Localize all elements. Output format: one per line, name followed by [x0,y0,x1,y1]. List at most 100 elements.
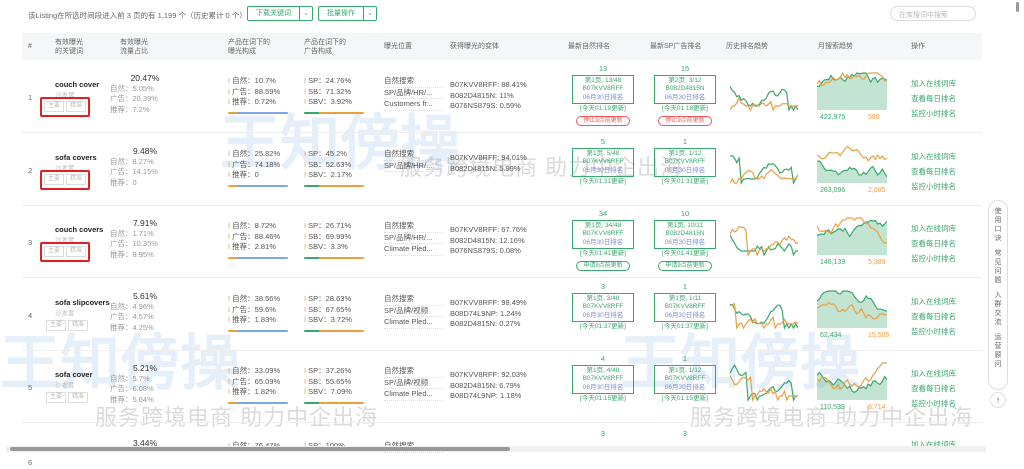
natural-rank-date[interactable]: 06月30日排名 [575,167,631,176]
position-item: SP/品牌/HR/... [384,233,444,244]
search-input[interactable]: 在库搜词中搜索 [890,6,976,21]
monthly-search-trend[interactable] [816,215,888,259]
sp-ad-rank-date[interactable]: 06月30日排名 [657,384,713,393]
chevron-down-icon[interactable]: ⌄ [299,7,312,20]
horizontal-scrollbar[interactable] [6,446,986,452]
position-item: Climate Pled... [384,317,444,329]
history-rank-trend[interactable] [729,290,799,334]
trend-sparkline[interactable] [816,143,888,183]
trend-sparkline[interactable] [729,145,799,185]
natural-rank-detail[interactable]: 第1页, 5/48 B07KVV8RFF 06月30日排名 [572,147,634,177]
action-link-2[interactable]: 监控小时排名 [911,396,956,411]
natural-rank-asin: B07KVV8RFF [582,303,624,310]
download-keywords-button[interactable]: 下载关键词 ⌄ [247,6,313,21]
natural-rank-detail[interactable]: 第1页, 3/48 B07KVV8RFF 06月30日排名 [572,292,634,322]
sp-ad-rank-detail[interactable]: 第1页, 1/12 B07KVV8RFF 06月30日排名 [654,364,716,394]
action-link-1[interactable]: 查看每日排名 [911,164,956,179]
col-sp-rank[interactable]: 最新SP广告排名 [650,42,701,51]
natural-rank-date[interactable]: 06月30日排名 [575,94,631,103]
action-link-2[interactable]: 监控小时排名 [911,106,956,121]
exposure-position: 自然搜索 SP/品牌/HR/... Climate Pled... [384,221,444,256]
action-link-0[interactable]: 加入在线词库 [911,76,956,91]
history-rank-trend[interactable] [729,145,799,189]
trend-sparkline[interactable] [729,72,799,112]
side-help-panel: 使用口诀常见问题入群交流运营顾问 [988,200,1008,390]
keyword-text[interactable]: couch covers [55,225,103,236]
action-link-2[interactable]: 监控小时排名 [911,324,956,339]
natural-rank-update-request-button[interactable]: 申请9点前更新 [576,260,630,271]
natural-rank-date[interactable]: 06月30日排名 [575,239,631,248]
scrollbar-thumb[interactable] [10,447,510,451]
sp-ad-rank-date[interactable]: 06月30日排名 [657,94,713,103]
sp-ad-rank-detail[interactable]: 第1页, 1/11 B07KVV8RFF 06月30日排名 [654,292,716,322]
col-natural-rank[interactable]: 最新自然排名 [568,42,610,51]
col-monthly[interactable]: 月搜索趋势 [818,42,853,51]
ad-item: SP：26.71% [304,221,364,232]
natural-rank-detail[interactable]: 第1页, 4/48 B07KVV8RFF 06月30日排名 [572,364,634,394]
action-link-1[interactable]: 查看每日排名 [911,309,956,324]
side-link-2[interactable]: 入群交流 [994,291,1002,327]
action-link-1[interactable]: 查看每日排名 [911,91,956,106]
natural-rank-detail[interactable]: 第1页, 13/48 B07KVV8RFF 06月30日排名 [572,74,634,104]
action-link-0[interactable]: 加入在线词库 [911,149,956,164]
action-link-2[interactable]: 监控小时排名 [911,179,956,194]
monthly-search-trend[interactable] [816,288,888,332]
sp-ad-rank-detail[interactable]: 第1页, 1/12 B07KVV8RFF 06月30日排名 [654,147,716,177]
action-link-0[interactable]: 加入在线词库 [911,294,956,309]
natural-rank-date[interactable]: 06月30日排名 [575,384,631,393]
sp-ad-rank-detail[interactable]: 第1页, 10/11 B082D4815N 06月30日排名 [654,219,716,249]
trend-sparkline[interactable] [729,290,799,330]
sp-ad-rank: 1 第1页, 1/12 B07KVV8RFF 06月30日排名 [今天01:15更新] [654,354,716,405]
monthly-search-trend[interactable] [816,143,888,187]
natural-rank-update-request-button[interactable]: 停止9点前更新 [576,115,630,126]
sp-ad-rank-date[interactable]: 06月30日排名 [657,239,713,248]
action-link-1[interactable]: 查看每日排名 [911,236,956,251]
exposure-position: 自然搜索 SP/品牌/视频 Climate Pled... [384,366,444,401]
sp-ad-rank-detail[interactable]: 第2页, 3/12 B082D4815N 06月30日排名 [654,74,716,104]
action-link-0[interactable]: 加入在线词库 [911,221,956,236]
trend-sparkline[interactable] [816,288,888,328]
vertical-scrollbar[interactable] [1016,2,1019,12]
keyword-text[interactable]: sofa covers [55,153,97,164]
keyword-text[interactable]: couch cover [55,80,99,91]
monthly-search-volume: 146,139 [820,259,846,266]
action-link-1[interactable]: 查看每日排名 [911,381,956,396]
sp-ad-rank-date[interactable]: 06月30日排名 [657,312,713,321]
share-percent: 5.61% [132,291,158,301]
row-actions: 加入在线词库 查看每日排名 监控小时排名 [911,76,956,121]
row-index: 5 [28,383,33,392]
trend-sparkline[interactable] [729,362,798,402]
action-link-0[interactable]: 加入在线词库 [911,366,956,381]
ad-composition: SP：28.63%SB：67.65%SBV：3.72% [304,294,364,332]
share-breakdown: 广告：14.15% [110,167,158,176]
series-orange-line [816,145,888,162]
action-link-2[interactable]: 监控小时排名 [911,251,956,266]
keyword-text[interactable]: sofa slipcovers [55,298,110,309]
trend-sparkline[interactable] [816,360,888,400]
monthly-search-trend[interactable] [816,360,888,404]
trend-sparkline[interactable] [816,215,888,255]
history-rank-trend[interactable] [729,72,799,116]
back-to-top-button[interactable]: ↑ [990,392,1006,408]
history-rank-trend[interactable] [729,217,799,261]
side-link-0[interactable]: 使用口诀 [994,207,1002,243]
natural-rank-date[interactable]: 06月30日排名 [575,312,631,321]
tag-1: 精准 [66,174,86,185]
series-green-line [729,304,799,330]
sp-ad-rank-update-request-button[interactable]: 停止9点前更新 [658,115,712,126]
side-link-1[interactable]: 常见问题 [994,249,1002,285]
sp-ad-rank-date[interactable]: 06月30日排名 [657,167,713,176]
batch-operation-button[interactable]: 批量操作 ⌄ [318,6,377,21]
natural-rank-asin: B07KVV8RFF [582,158,624,165]
col-share[interactable]: 有效曝光 流量占比 [120,38,148,56]
monthly-search-trend[interactable] [816,70,888,114]
trend-sparkline[interactable] [729,217,799,257]
chevron-down-icon[interactable]: ⌄ [363,7,376,20]
keyword-text[interactable]: sofa cover [55,370,93,381]
variant-item: B08D74L9NP: 1.18% [450,391,522,400]
trend-sparkline[interactable] [816,70,888,110]
sp-ad-rank-update-request-button[interactable]: 申请9点前更新 [658,260,712,271]
history-rank-trend[interactable] [729,362,798,406]
side-link-3[interactable]: 运营顾问 [994,333,1002,369]
natural-rank-detail[interactable]: 第1页, 34/48 B07KVV8RFF 06月30日排名 [572,219,634,249]
